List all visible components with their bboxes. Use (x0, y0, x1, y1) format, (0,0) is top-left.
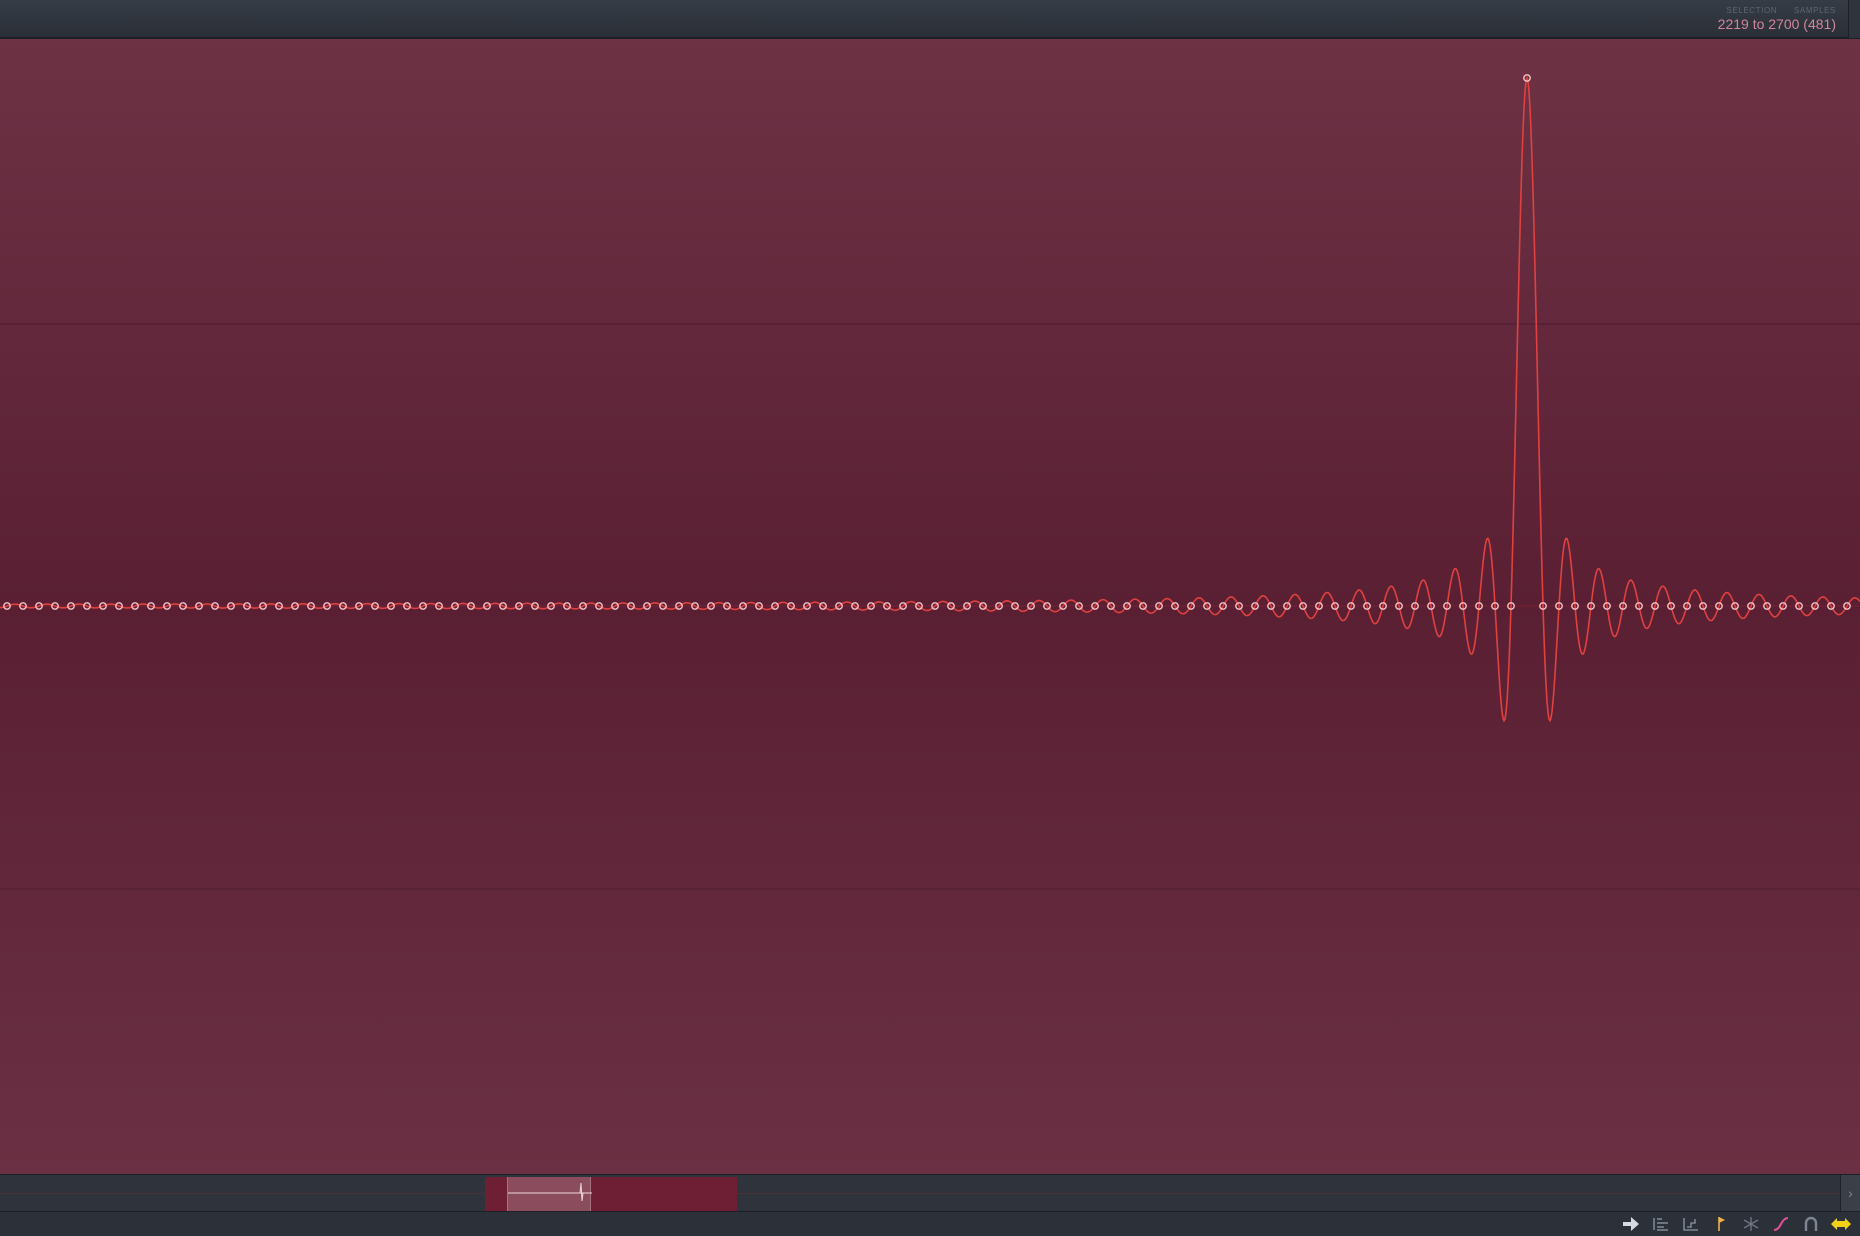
magnet-icon[interactable] (1796, 1212, 1826, 1236)
selection-range-readout: 2219 to 2700 (481) (1717, 16, 1836, 32)
arrow-right-icon[interactable] (1616, 1212, 1646, 1236)
align-left-icon[interactable] (1646, 1212, 1676, 1236)
waveform-canvas[interactable] (0, 39, 1860, 1174)
vertical-scrollbar[interactable] (1848, 0, 1860, 38)
tool-icons (1616, 1212, 1856, 1236)
scroll-right-button[interactable]: › (1840, 1175, 1860, 1211)
stretch-arrows-icon[interactable] (1826, 1212, 1856, 1236)
sample-points (3, 74, 1851, 610)
waveform-view[interactable] (0, 39, 1860, 1174)
header-labels: SELECTION SAMPLES (1712, 6, 1836, 15)
top-bar: SELECTION SAMPLES 2219 to 2700 (481) (0, 0, 1860, 39)
step-icon[interactable] (1676, 1212, 1706, 1236)
overview-view-window[interactable] (507, 1177, 592, 1211)
overview-waveform (508, 1182, 592, 1202)
curve-pencil-icon[interactable] (1766, 1212, 1796, 1236)
bottom-toolbar (0, 1212, 1860, 1236)
overview-scrollbar[interactable]: › (0, 1174, 1860, 1212)
snowflake-icon[interactable] (1736, 1212, 1766, 1236)
overview-centerline (0, 1193, 1840, 1194)
selection-label: SELECTION (1726, 6, 1778, 15)
samples-label: SAMPLES (1794, 6, 1836, 15)
marker-flag-icon[interactable] (1706, 1212, 1736, 1236)
waveform-line (0, 75, 1860, 723)
